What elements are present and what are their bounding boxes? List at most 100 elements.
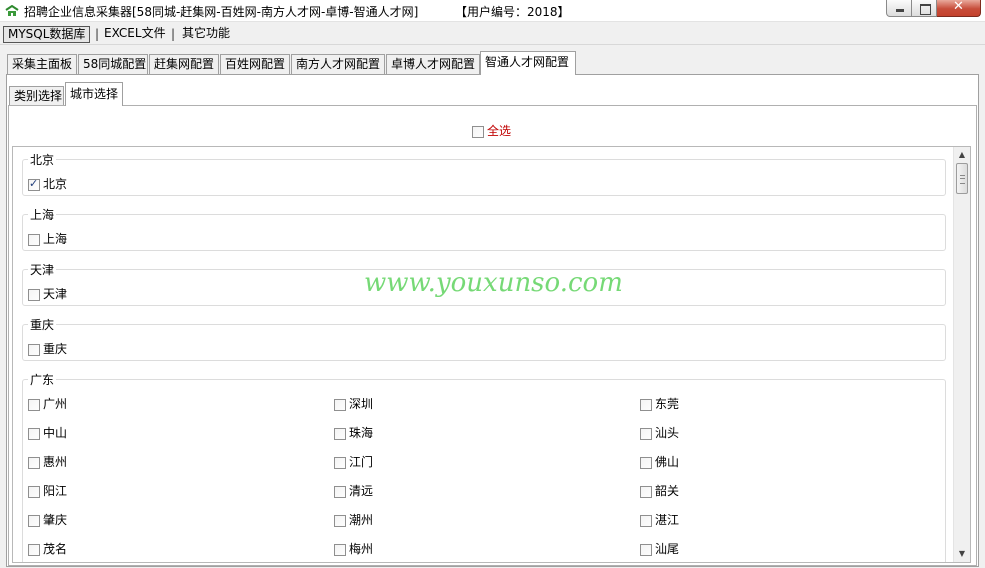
city-item[interactable]: 广州 — [28, 395, 67, 412]
city-item[interactable]: 梅州 — [334, 540, 373, 557]
city-label: 中山 — [43, 426, 68, 440]
window-controls: ✕ — [886, 0, 981, 17]
city-checkbox[interactable] — [28, 514, 40, 527]
group-title: 北京 — [28, 151, 57, 168]
tab-main-panel[interactable]: 采集主面板 — [7, 54, 77, 75]
group-title: 天津 — [28, 261, 57, 278]
maximize-button[interactable] — [912, 0, 937, 17]
city-checkbox[interactable] — [334, 398, 346, 411]
city-item[interactable]: 肇庆 — [28, 511, 67, 528]
city-checkbox[interactable] — [28, 543, 40, 556]
city-item[interactable]: 惠州 — [28, 453, 67, 470]
app-icon — [5, 5, 19, 16]
title-bar: 招聘企业信息采集器[58同城-赶集网-百姓网-南方人才网-卓博-智通人才网] 【… — [0, 0, 985, 22]
city-item[interactable]: 清远 — [334, 482, 373, 499]
city-checkbox[interactable] — [334, 485, 346, 498]
menu-separator: | — [95, 27, 100, 41]
menu-separator: | — [171, 27, 176, 41]
city-item[interactable]: 阳江 — [28, 482, 67, 499]
city-label: 上海 — [43, 232, 68, 246]
minimize-button[interactable] — [886, 0, 912, 17]
select-all-label: 全选 — [487, 124, 512, 138]
city-label: 湛江 — [655, 513, 680, 527]
tab-nanfang-config[interactable]: 南方人才网配置 — [291, 54, 385, 75]
city-label: 茂名 — [43, 542, 68, 556]
city-checkbox[interactable] — [334, 427, 346, 440]
city-item[interactable]: 湛江 — [640, 511, 679, 528]
menu-bar: MYSQL数据库 | EXCEL文件 | 其它功能 — [0, 24, 985, 45]
select-all-checkbox[interactable] — [472, 125, 484, 138]
city-label: 肇庆 — [43, 513, 68, 527]
user-id-label: 【用户编号：2018】 — [455, 5, 570, 19]
city-label: 珠海 — [349, 426, 374, 440]
city-checkbox[interactable] — [28, 456, 40, 469]
city-checkbox[interactable] — [334, 543, 346, 556]
group-title: 重庆 — [28, 316, 57, 333]
city-item[interactable]: 汕头 — [640, 424, 679, 441]
city-checkbox[interactable] — [28, 427, 40, 440]
city-checkbox[interactable] — [28, 288, 40, 301]
city-checkbox[interactable] — [640, 514, 652, 527]
tab-category-select[interactable]: 类别选择 — [9, 86, 64, 107]
city-item[interactable]: 韶关 — [640, 482, 679, 499]
city-item[interactable]: 汕尾 — [640, 540, 679, 557]
tab-ganji-config[interactable]: 赶集网配置 — [149, 54, 219, 75]
city-label: 佛山 — [655, 455, 680, 469]
city-item[interactable]: 深圳 — [334, 395, 373, 412]
city-checkbox[interactable] — [334, 456, 346, 469]
city-label: 惠州 — [43, 455, 68, 469]
city-label: 韶关 — [655, 484, 680, 498]
city-item[interactable]: 佛山 — [640, 453, 679, 470]
tab-zhitong-config[interactable]: 智通人才网配置 — [480, 51, 576, 75]
group-tianjin: 天津 天津 — [22, 261, 946, 306]
city-label: 江门 — [349, 455, 374, 469]
scroll-down-icon[interactable]: ▼ — [954, 546, 970, 562]
group-chongqing: 重庆 重庆 — [22, 316, 946, 361]
city-item[interactable]: 重庆 — [28, 340, 67, 357]
city-item[interactable]: 潮州 — [334, 511, 373, 528]
city-item[interactable]: 上海 — [28, 230, 67, 247]
city-item[interactable]: 中山 — [28, 424, 67, 441]
city-item[interactable]: 茂名 — [28, 540, 67, 557]
group-guangdong: 广东 广州 深圳 东莞 中山 珠海 汕头 惠州 江门 佛山 阳江 清远 韶关 肇… — [22, 371, 946, 562]
city-checkbox[interactable] — [640, 543, 652, 556]
menu-mysql[interactable]: MYSQL数据库 — [3, 26, 91, 43]
tab-zhuobo-config[interactable]: 卓博人才网配置 — [386, 54, 480, 75]
city-checkbox[interactable] — [28, 485, 40, 498]
city-checkbox[interactable] — [28, 398, 40, 411]
tab-city-select[interactable]: 城市选择 — [65, 82, 123, 106]
close-button[interactable]: ✕ — [937, 0, 981, 17]
city-checkbox[interactable] — [28, 233, 40, 246]
city-item[interactable]: 江门 — [334, 453, 373, 470]
city-label: 潮州 — [349, 513, 374, 527]
city-checkbox[interactable] — [640, 456, 652, 469]
vertical-scrollbar[interactable]: ▲ ▼ — [953, 147, 970, 562]
scrollbar-thumb[interactable] — [956, 163, 968, 194]
city-label: 广州 — [43, 397, 68, 411]
city-checkbox[interactable] — [28, 177, 40, 191]
city-checkbox[interactable] — [640, 485, 652, 498]
group-title: 上海 — [28, 206, 57, 223]
city-checkbox[interactable] — [640, 398, 652, 411]
city-item[interactable]: 珠海 — [334, 424, 373, 441]
tab-58-config[interactable]: 58同城配置 — [78, 54, 148, 75]
menu-excel[interactable]: EXCEL文件 — [100, 26, 170, 43]
city-label: 天津 — [43, 287, 68, 301]
city-label: 阳江 — [43, 484, 68, 498]
city-item[interactable]: 天津 — [28, 285, 67, 302]
city-checkbox[interactable] — [334, 514, 346, 527]
city-item[interactable]: 东莞 — [640, 395, 679, 412]
tab-baixing-config[interactable]: 百姓网配置 — [220, 54, 290, 75]
group-title: 广东 — [28, 371, 57, 388]
city-checkbox[interactable] — [640, 427, 652, 440]
city-checkbox[interactable] — [28, 343, 40, 356]
city-list[interactable]: 北京 北京 上海 上海 天津 天津 重庆 重庆 广东 广州 深圳 东莞 中山 珠… — [12, 146, 971, 563]
close-icon: ✕ — [953, 0, 964, 14]
menu-other[interactable]: 其它功能 — [178, 26, 234, 43]
city-label: 清远 — [349, 484, 374, 498]
group-shanghai: 上海 上海 — [22, 206, 946, 251]
select-all[interactable]: 全选 — [472, 122, 511, 139]
city-item[interactable]: 北京 — [28, 175, 67, 192]
city-label: 东莞 — [655, 397, 680, 411]
scroll-up-icon[interactable]: ▲ — [954, 147, 970, 163]
